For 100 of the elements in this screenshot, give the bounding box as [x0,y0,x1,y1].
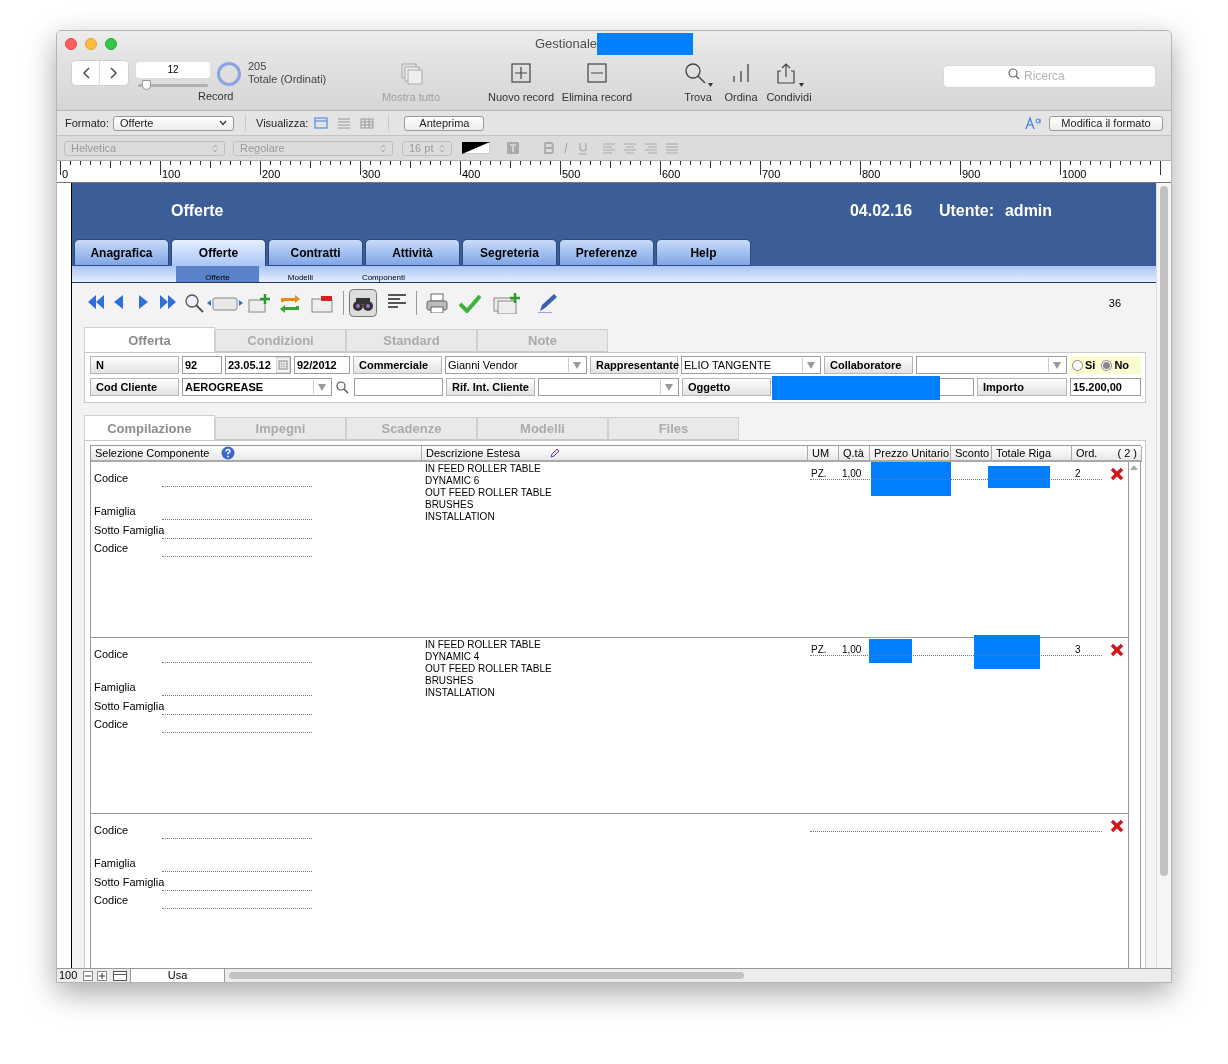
main-tab[interactable]: Help [655,239,751,266]
main-tab[interactable]: Contratti [267,239,363,266]
main-tab[interactable]: Segreteria [461,239,557,266]
radio-button[interactable] [1101,359,1113,371]
ruler-label: 0 [62,169,69,180]
text-size-icon [1025,116,1041,130]
main-tab[interactable]: Attività [364,239,460,266]
input-field[interactable]: 92/2012 [293,356,350,374]
slider-thumb[interactable] [141,80,151,90]
ruler-label: 500 [562,169,581,180]
dropdown-field[interactable] [537,378,679,396]
toolbar-button[interactable]: Condividi [761,57,817,106]
description-text: IN FEED ROLLER TABLE DYNAMIC 4 OUT FEED ROLLER TABLE BRUSHES INSTALLATION [424,639,553,699]
fill-in-line[interactable] [809,479,1102,480]
field-label: Famiglia [92,855,137,871]
field-label: Codice [92,822,130,838]
main-tab[interactable]: Preferenze [558,239,654,266]
column-header: Prezzo Unitario [869,446,951,462]
search-field[interactable]: Ricerca [944,65,1155,87]
delete-row-button[interactable] [1109,819,1124,833]
sub-tab[interactable]: Componenti [341,266,425,282]
print-icon[interactable] [425,293,448,313]
duplicate-icon[interactable] [492,292,521,314]
table-cell: 1,00 [841,468,862,479]
ruler-label: 1000 [1062,169,1087,180]
scrollbar-thumb[interactable] [229,972,744,979]
dropdown-field[interactable]: ELIO TANGENTE [680,356,821,374]
view-mode-button[interactable] [314,116,329,130]
zoom-out-icon[interactable] [83,970,93,981]
pen-icon[interactable] [537,293,558,313]
radio-option[interactable]: Si [1071,356,1096,374]
zoom-button[interactable] [105,38,117,50]
delete-row-button[interactable] [1109,467,1124,481]
field-label: Importo [976,378,1067,396]
pencil-icon[interactable] [550,448,561,458]
column-title: Ord. [1075,445,1098,461]
fill-in-line[interactable] [809,831,1102,832]
magnifier-icon[interactable] [183,293,204,313]
date-field[interactable]: 23.05.12 [224,356,291,374]
zoom-in-icon[interactable] [97,970,107,981]
stepper-icon [212,143,218,153]
dropdown-field[interactable] [915,356,1067,374]
list-view-icon [337,116,352,130]
toolbar-button[interactable]: Nuovo record [485,57,557,106]
delete-row-button[interactable] [1109,643,1124,657]
toolbar-button[interactable]: Elimina record [561,57,633,106]
input-field[interactable]: 15.200,00 [1069,378,1141,396]
add-record-icon[interactable] [247,293,270,313]
close-button[interactable] [65,38,77,50]
radio-option[interactable]: No [1101,356,1130,374]
remove-record-icon[interactable] [310,293,333,313]
column-title: Descrizione Estesa [425,445,521,461]
ruler-label: 700 [762,169,781,180]
caret-icon [707,83,713,87]
field-label: Codice [92,470,130,486]
sub-tab[interactable]: Modelli [258,266,342,282]
preview-button[interactable]: Anteprima [404,115,485,131]
chevron-down-icon [219,120,227,126]
row-scrollbar[interactable] [1127,462,1141,968]
field-label: N [89,356,179,374]
field-label: Famiglia [92,679,137,695]
scroll-up-icon [1130,464,1139,470]
table-cell: PZ. [810,468,827,479]
radio-button[interactable] [1071,359,1083,371]
dropdown-field[interactable]: Gianni Vendor [444,356,587,374]
input-field[interactable]: 92 [181,356,222,374]
fill-in-line[interactable] [809,655,1102,656]
checkmark-icon[interactable] [458,293,481,313]
date-text: 04.02.16 [849,201,914,221]
edit-layout-button[interactable]: Modifica il formato [1049,115,1163,131]
main-tab[interactable]: Offerte [170,239,266,266]
field-label: Commerciale [352,356,442,374]
calendar-icon[interactable] [275,357,290,373]
vertical-scrollbar[interactable] [1156,183,1171,968]
main-tab[interactable]: Anagrafica [73,239,169,266]
swap-icon[interactable] [278,293,301,313]
lookup-button[interactable] [334,378,351,396]
scrollbar-thumb[interactable] [1160,186,1168,876]
toolbar-button[interactable]: Ordina [721,57,761,106]
format-dropdown[interactable]: Offerte [113,115,234,131]
ruler-label: 100 [162,169,181,180]
sub-tab[interactable]: Offerte [175,266,259,282]
window-title: Gestionale [534,35,598,54]
record-number-field[interactable]: 12 [136,62,210,78]
binoculars-icon[interactable] [348,289,377,317]
dropdown-field[interactable]: AEROGREASE [181,378,332,396]
close-icon [1109,467,1124,481]
field-label: Codice [92,892,130,908]
total-count: 205 [248,60,268,73]
dropdown-arrow-icon [572,361,581,369]
toolbar-button[interactable]: Trova [678,57,718,106]
close-icon [1109,643,1124,657]
add-icon [509,62,533,85]
help-icon[interactable] [221,446,236,460]
dropdown-value: ELIO TANGENTE [682,357,772,373]
dropdown-arrow-icon [317,383,326,391]
field-label: Rappresentante [589,356,678,374]
mode-selector[interactable]: Usa [130,969,225,982]
input-field[interactable] [353,378,443,396]
layout-toggle-icon[interactable] [113,970,127,981]
